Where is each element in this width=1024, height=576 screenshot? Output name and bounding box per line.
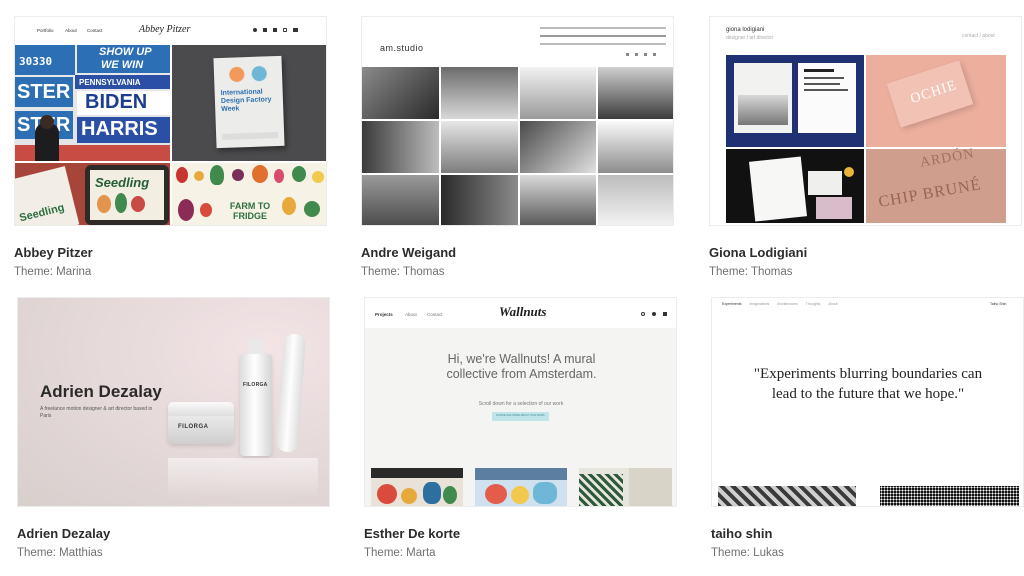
preview-header: Portfolio About Contact Abbey Pitzer xyxy=(15,17,326,45)
preview-social-icons xyxy=(253,28,298,32)
preview-sign-show-up: SHOW UP xyxy=(99,46,152,58)
card-theme-label: Theme: Thomas xyxy=(361,266,445,278)
instagram-icon xyxy=(641,312,645,316)
preview-tile-signs: 30330 SHOW UP WE WIN PENNSYLVANIA STER B… xyxy=(15,45,170,161)
preview-mural-2 xyxy=(475,468,567,506)
pinterest-icon xyxy=(653,53,656,56)
portfolio-thumbnail[interactable]: giona lodigiani designer / art director … xyxy=(709,16,1022,226)
facebook-icon xyxy=(652,312,656,316)
preview-sign-number: 30330 xyxy=(19,55,53,68)
preview-mural-1 xyxy=(371,468,463,506)
card-theme-label: Theme: Matthias xyxy=(17,547,103,559)
portfolio-thumbnail[interactable]: Projects About Contact Wallnuts Hi, we'r… xyxy=(364,297,677,507)
preview-header: am.studio xyxy=(362,17,673,67)
linkedin-icon xyxy=(273,28,277,32)
portfolio-thumbnail[interactable]: Experiments Imaginations Architectures T… xyxy=(711,297,1024,507)
instagram-icon xyxy=(283,28,287,32)
portfolio-card-giona-lodigiani[interactable]: giona lodigiani designer / art director … xyxy=(709,16,1022,278)
behance-icon xyxy=(263,28,267,32)
preview-nav-about: About xyxy=(65,28,77,33)
portfolio-card-adrien-dezalay[interactable]: Adrien Dezalay A freelance motion design… xyxy=(17,297,330,559)
preview-sign-biden: BIDEN xyxy=(85,91,148,113)
preview-header: Experiments Imaginations Architectures T… xyxy=(722,302,838,306)
preview-nav-contact: Contact xyxy=(427,312,443,317)
card-theme-label: Theme: Marta xyxy=(364,547,436,559)
preview-brand-jar: FILORGA xyxy=(178,424,209,430)
preview-nav-contact: Contact xyxy=(87,28,103,33)
card-theme-label: Theme: Lukas xyxy=(711,547,784,559)
preview-nav-projects: Projects xyxy=(375,312,393,317)
preview-social-icons xyxy=(641,312,667,316)
preview-header: Projects About Contact Wallnuts xyxy=(365,298,676,328)
preview-cta-button: DOWNLOAD MORE ABOUT OUR WORK xyxy=(492,412,549,421)
card-theme-label: Theme: Thomas xyxy=(709,266,793,278)
preview-scroll-text: Scroll down for a selection of our work xyxy=(478,401,564,407)
preview-logo: Abbey Pitzer xyxy=(139,24,191,35)
instagram-icon xyxy=(644,53,647,56)
mail-icon xyxy=(293,28,298,32)
twitter-icon xyxy=(635,53,638,56)
preview-subtitle: designer / art director xyxy=(726,35,774,41)
card-artist-name[interactable]: Giona Lodigiani xyxy=(709,245,807,260)
preview-logo: am.studio xyxy=(380,43,424,53)
preview-tile-farm: FARM TO FRIDGE xyxy=(172,163,326,225)
preview-nav-thoughts: Thoughts xyxy=(805,302,821,306)
preview-nav-lines xyxy=(540,27,666,45)
portfolio-thumbnail[interactable]: Portfolio About Contact Abbey Pitzer 303… xyxy=(14,16,327,226)
preview-subtitle: A freelance motion designer & art direct… xyxy=(40,406,153,419)
linkedin-icon xyxy=(626,53,629,56)
preview-cta-label: DOWNLOAD MORE ABOUT OUR WORK xyxy=(496,414,545,417)
preview-headline: Hi, we're Wallnuts! A mural collective f… xyxy=(446,352,597,381)
preview-tile-dark xyxy=(726,149,864,223)
preview-sign-harris: HARRIS xyxy=(81,118,158,140)
preview-product-slim xyxy=(275,333,307,453)
preview-sign-we-win: WE WIN xyxy=(101,59,144,71)
portfolio-card-esther-de-korte[interactable]: Projects About Contact Wallnuts Hi, we'r… xyxy=(364,297,677,559)
preview-product-bottle: FILORGA xyxy=(240,338,272,456)
portfolio-thumbnail[interactable]: am.studio xyxy=(361,16,674,226)
preview-quote: "Experiments blurring boundaries can lea… xyxy=(753,366,983,402)
card-artist-name[interactable]: Abbey Pitzer xyxy=(14,245,93,260)
preview-image-2 xyxy=(880,486,1019,506)
preview-title: giona lodigiani xyxy=(726,27,765,33)
vimeo-icon xyxy=(663,312,667,316)
portfolio-thumbnail[interactable]: Adrien Dezalay A freelance motion design… xyxy=(17,297,330,507)
preview-nav-about: About xyxy=(405,312,417,317)
preview-logo: Wallnuts xyxy=(499,304,547,319)
portfolio-card-abbey-pitzer[interactable]: Portfolio About Contact Abbey Pitzer 303… xyxy=(14,16,327,278)
preview-tile-navy xyxy=(726,55,864,147)
preview-farm-label: FARM TO FRIDGE xyxy=(229,201,271,221)
card-artist-name[interactable]: Esther De korte xyxy=(364,526,460,541)
preview-sign-pennsylvania: PENNSYLVANIA xyxy=(79,78,141,87)
preview-product-jar: FILORGA xyxy=(168,402,234,444)
preview-social-icons xyxy=(626,53,656,56)
preview-nav-about: About xyxy=(828,302,838,306)
preview-tile-embossed: ARDÓN CHIP BRUNÉ xyxy=(866,146,1006,223)
preview-nav-portfolio: Portfolio xyxy=(37,28,54,33)
preview-tile-book: International Design Factory Week xyxy=(172,45,326,161)
preview-title: Adrien Dezalay xyxy=(40,382,162,401)
preview-mural-3 xyxy=(579,468,672,506)
preview-nav-imaginations: Imaginations xyxy=(749,302,770,306)
preview-book-title: International Design Factory Week xyxy=(220,88,272,113)
card-theme-label: Theme: Marina xyxy=(14,266,92,278)
portfolio-card-taiho-shin[interactable]: Experiments Imaginations Architectures T… xyxy=(711,297,1024,559)
preview-tile-pink: OCHIE xyxy=(866,55,1006,147)
preview-tile-seedling: Seedling Seedling xyxy=(15,163,170,225)
card-artist-name[interactable]: Andre Weigand xyxy=(361,245,456,260)
preview-photo-grid xyxy=(362,67,673,225)
card-artist-name[interactable]: Adrien Dezalay xyxy=(17,526,110,541)
preview-nav-experiments: Experiments xyxy=(722,302,742,306)
card-artist-name[interactable]: taiho shin xyxy=(711,526,772,541)
portfolio-card-andre-weigand[interactable]: am.studio Andre Weigand Theme: Thomas xyxy=(361,16,674,278)
preview-seedling-label: Seedling xyxy=(95,175,150,190)
preview-corner-name: Taiho Shin xyxy=(990,302,1007,306)
twitter-icon xyxy=(253,28,257,32)
preview-image-1 xyxy=(718,486,856,506)
preview-nav-architectures: Architectures xyxy=(777,302,798,306)
preview-links: contact / about xyxy=(962,33,995,39)
